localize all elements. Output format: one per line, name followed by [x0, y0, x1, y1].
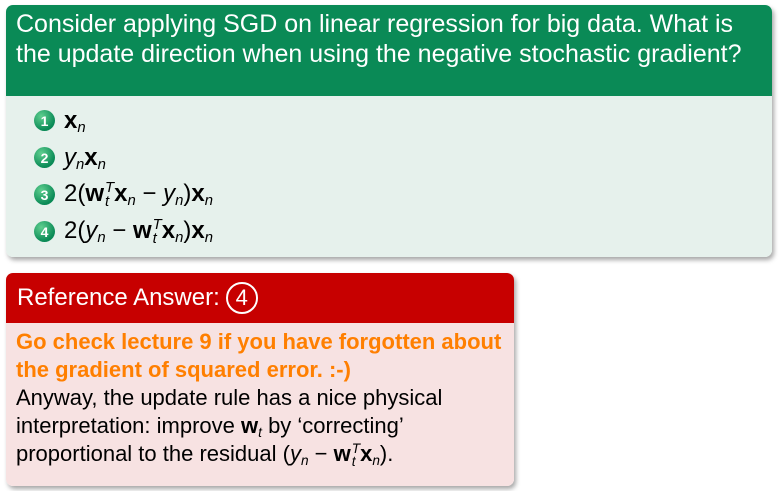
choice-1[interactable]: 1 xn — [34, 102, 772, 139]
choice-3[interactable]: 3 2(w Tt xn − yn)xn — [34, 176, 772, 213]
choice-2-formula: ynxn — [64, 143, 106, 173]
reference-answer-block: Reference Answer: 4 Go check lecture 9 i… — [6, 273, 514, 486]
explanation-end: . — [387, 441, 394, 466]
reference-answer-label: Reference Answer: — [17, 284, 220, 311]
question-block: Consider applying SGD on linear regressi… — [6, 5, 772, 257]
choice-2[interactable]: 2 ynxn — [34, 139, 772, 176]
question-text: Consider applying SGD on linear regressi… — [6, 5, 772, 96]
w-t-symbol: wt — [241, 413, 262, 441]
choice-list: 1 xn 2 ynxn 3 2(w Tt xn − yn)xn 4 2(yn − w… — [6, 96, 772, 257]
reference-answer-body: Go check lecture 9 if you have forgotten… — [6, 323, 514, 486]
choice-4-number: 4 — [34, 221, 55, 242]
choice-4-formula: 2(yn − w Tt xn)xn — [64, 216, 214, 248]
choice-4[interactable]: 4 2(yn − w Tt xn)xn — [34, 213, 772, 250]
choice-3-number: 3 — [34, 184, 55, 205]
choice-1-formula: xn — [64, 106, 86, 136]
explanation-text: Anyway, the update rule has a nice physi… — [16, 384, 504, 469]
reference-answer-header: Reference Answer: 4 — [6, 273, 514, 323]
hint-text: Go check lecture 9 if you have forgotten… — [16, 329, 502, 382]
answer-number-badge: 4 — [225, 282, 258, 314]
choice-3-formula: 2(w Tt xn − yn)xn — [64, 179, 214, 211]
choice-1-number: 1 — [34, 110, 55, 131]
choice-2-number: 2 — [34, 147, 55, 168]
residual-formula: (yn − w Tt xn) — [282, 440, 388, 469]
